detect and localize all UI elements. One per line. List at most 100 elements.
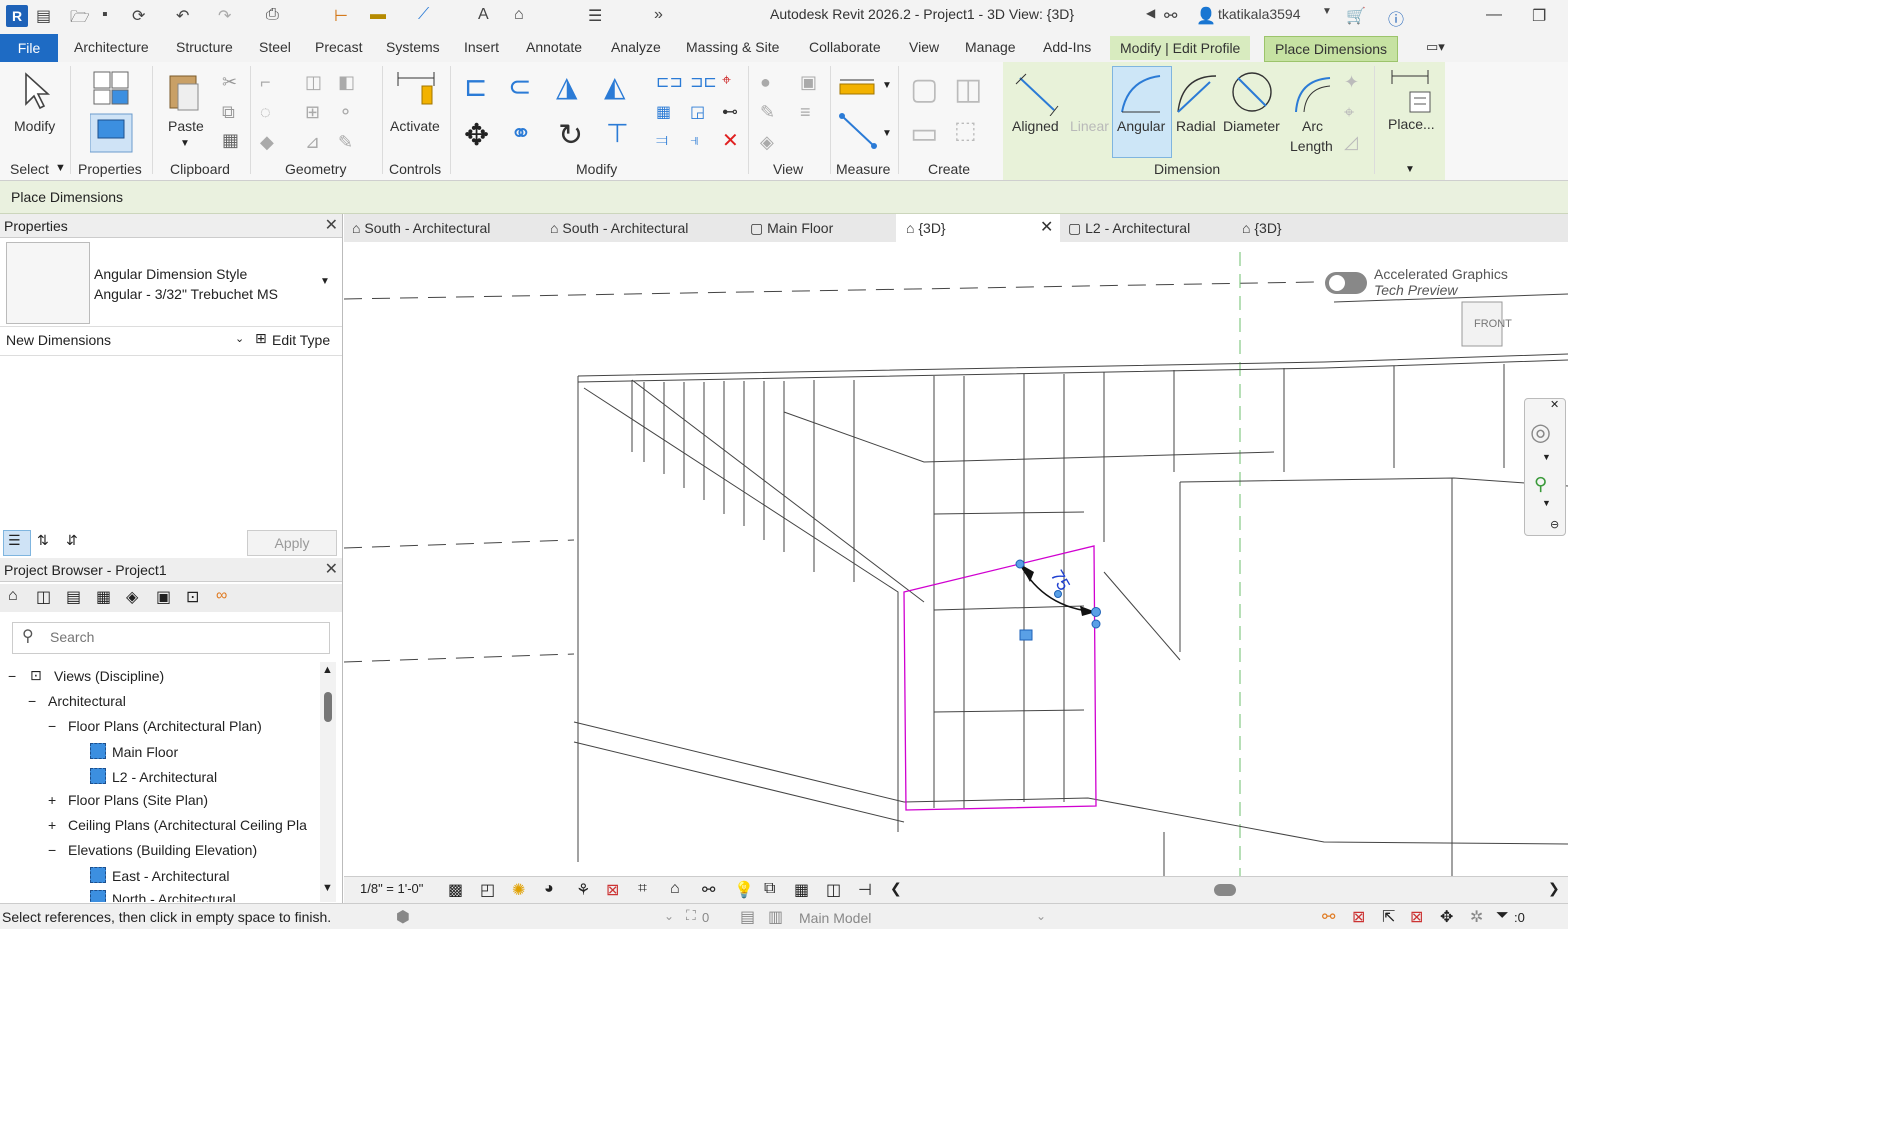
tab-precast[interactable]: Precast: [315, 39, 362, 55]
diameter-button[interactable]: Diameter: [1223, 118, 1280, 134]
filter-icon[interactable]: ⏷: [1496, 907, 1509, 925]
linear-button[interactable]: Linear: [1070, 118, 1109, 134]
close-icon[interactable]: ✕: [325, 214, 338, 238]
dimension-icon[interactable]: ⟋: [418, 6, 429, 24]
tab-steel[interactable]: Steel: [259, 39, 291, 55]
join-icon[interactable]: ◧: [338, 72, 355, 93]
type-selector-dropdown-icon[interactable]: ▼: [320, 276, 330, 287]
lock-view-icon[interactable]: ⌂: [670, 880, 680, 898]
chevron-down-icon[interactable]: ▼: [1322, 6, 1332, 17]
spot-coordinate-icon[interactable]: ⌖: [1344, 102, 1354, 123]
match-type-icon[interactable]: ▦: [222, 130, 239, 151]
views-icon[interactable]: ⌂: [8, 587, 18, 605]
view-scale[interactable]: 1/8" = 1'-0": [360, 881, 423, 896]
trim-multiple-icon[interactable]: ⫤: [656, 132, 668, 150]
user-icon[interactable]: 👤: [1196, 6, 1216, 26]
user-name[interactable]: tkatikala3594: [1218, 6, 1301, 22]
mirror-draw-icon[interactable]: ◭: [604, 70, 626, 103]
copy-element-icon[interactable]: ⚭: [510, 118, 532, 149]
copy-icon[interactable]: ⧉: [222, 102, 235, 123]
scroll-down-icon[interactable]: ▼: [322, 882, 333, 894]
redo-icon[interactable]: ↷: [218, 6, 231, 26]
select-pinned-icon[interactable]: ⇱: [1382, 907, 1395, 927]
viewcube-front[interactable]: FRONT: [1474, 318, 1512, 330]
type-family[interactable]: Angular Dimension Style: [94, 266, 247, 282]
tab-massing-site[interactable]: Massing & Site: [686, 39, 779, 55]
tree-floor-plans-site[interactable]: Floor Plans (Site Plan): [68, 792, 208, 808]
tab-structure[interactable]: Structure: [176, 39, 233, 55]
view-tab-south-2[interactable]: ⌂ South - Architectural: [550, 214, 688, 242]
edit-type-button[interactable]: Edit Type: [272, 332, 330, 348]
tab-insert[interactable]: Insert: [464, 39, 499, 55]
place-dimension-icon[interactable]: [1390, 70, 1434, 114]
array-icon[interactable]: ▦: [656, 102, 671, 122]
worksets-icon[interactable]: ⬢: [396, 907, 410, 927]
tab-architecture[interactable]: Architecture: [74, 39, 149, 55]
dimension-dropdown-icon[interactable]: ▼: [882, 128, 892, 139]
join-roof-icon[interactable]: ⊿: [305, 132, 320, 153]
crop-view-icon[interactable]: ⊠: [606, 880, 619, 900]
place-dropdown-icon[interactable]: ▼: [1405, 164, 1415, 175]
groups-icon[interactable]: ▣: [156, 587, 171, 607]
filter-lines-icon[interactable]: ≡: [800, 102, 811, 123]
view-tab-south-1[interactable]: ⌂ South - Architectural: [352, 214, 490, 242]
tab-manage[interactable]: Manage: [965, 39, 1016, 55]
properties-icon[interactable]: [90, 70, 134, 154]
tree-l2-architectural[interactable]: L2 - Architectural: [90, 768, 217, 785]
table-icon[interactable]: ▦: [96, 587, 111, 607]
model-view[interactable]: [344, 242, 1568, 876]
apply-button[interactable]: Apply: [247, 530, 337, 556]
show-crop-icon[interactable]: ⌗: [638, 880, 647, 898]
demolish-icon[interactable]: ◆: [260, 132, 274, 153]
tree-ceiling-plans[interactable]: Ceiling Plans (Architectural Ceiling Pla: [68, 817, 318, 833]
sync-icon[interactable]: ⟳: [132, 6, 145, 26]
aligned-button[interactable]: Aligned: [1012, 118, 1059, 134]
aligned-dimension-ribbon-icon[interactable]: [838, 112, 878, 152]
activate-dimensions-icon[interactable]: [396, 72, 436, 112]
measure-dropdown-icon[interactable]: ▼: [882, 80, 892, 91]
reveal-constraints-icon[interactable]: ⊣: [858, 880, 872, 900]
linework-icon[interactable]: ✎: [760, 102, 775, 123]
render-icon[interactable]: ⚘: [576, 880, 590, 900]
minimize-icon[interactable]: —: [1486, 6, 1502, 24]
diameter-icon[interactable]: [1230, 70, 1276, 116]
paint-icon[interactable]: ⚬: [338, 102, 353, 123]
radial-button[interactable]: Radial: [1176, 118, 1216, 134]
override-graphics-icon[interactable]: ●: [760, 72, 771, 93]
hide-icon[interactable]: ▣: [800, 72, 817, 93]
tab-add-ins[interactable]: Add-Ins: [1043, 39, 1091, 55]
schedules-icon[interactable]: ▤: [66, 587, 81, 607]
scroll-right-icon[interactable]: ❯: [1548, 880, 1560, 897]
default-3d-icon[interactable]: ⌂: [514, 6, 524, 24]
revit-logo[interactable]: R: [6, 5, 28, 27]
save-icon[interactable]: ▪: [102, 6, 108, 24]
view-tab-l2[interactable]: ▢ L2 - Architectural: [1068, 214, 1190, 242]
measure-icon[interactable]: ▬: [370, 6, 386, 24]
chevron-down-icon[interactable]: ▼: [1542, 452, 1551, 462]
open-icon[interactable]: 🗁: [70, 6, 90, 33]
caret-left-icon[interactable]: ◀: [1146, 6, 1155, 20]
binoculars-icon[interactable]: ⚯: [1164, 6, 1177, 26]
beam-join-icon[interactable]: ✎: [338, 132, 353, 153]
thin-lines-icon[interactable]: ☰: [588, 6, 602, 26]
pin-icon[interactable]: ⊷: [722, 102, 738, 122]
tree-views-discipline[interactable]: Views (Discipline): [54, 668, 164, 684]
mirror-axis-icon[interactable]: ◮: [556, 70, 578, 103]
trim-single-icon[interactable]: ⫣: [690, 132, 700, 150]
tree-toggle[interactable]: −: [28, 693, 36, 709]
view-tab-main-floor[interactable]: ▢ Main Floor: [750, 214, 833, 242]
editing-requests-icon[interactable]: ▤: [740, 907, 755, 927]
zoom-icon[interactable]: ⚲: [1534, 474, 1547, 495]
tab-place-dimensions[interactable]: Place Dimensions: [1264, 36, 1399, 62]
detail-level-icon[interactable]: ▩: [448, 880, 463, 900]
select-underlay-icon[interactable]: ⊠: [1352, 907, 1365, 927]
temporary-hide-icon[interactable]: ⚯: [702, 880, 715, 900]
design-options-icon[interactable]: ⛶: [686, 907, 696, 924]
tree-toggle[interactable]: −: [48, 718, 56, 734]
activate-button[interactable]: Activate: [390, 118, 440, 134]
tree-elevations[interactable]: Elevations (Building Elevation): [68, 842, 257, 858]
instance-selector[interactable]: New Dimensions: [6, 332, 111, 348]
paste-button[interactable]: Paste: [168, 118, 204, 134]
tree-toggle[interactable]: +: [48, 817, 56, 833]
visual-style-icon[interactable]: ◰: [480, 880, 495, 900]
